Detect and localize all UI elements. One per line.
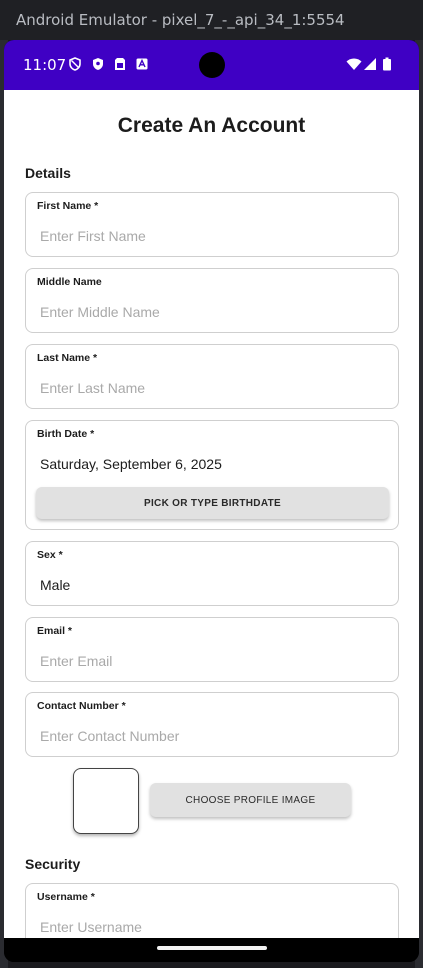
gesture-handle[interactable] <box>157 946 267 950</box>
sex-value[interactable]: Male <box>40 577 70 593</box>
emulator-title: Android Emulator - pixel_7_-_api_34_1:55… <box>16 11 345 29</box>
emulator-title-bar: Android Emulator - pixel_7_-_api_34_1:55… <box>0 0 423 40</box>
first-name-input[interactable]: Enter First Name <box>40 228 146 244</box>
status-bar: 11:07 <box>4 40 419 90</box>
username-input[interactable]: Enter Username <box>40 919 142 935</box>
app-content: Create An Account Details First Name * E… <box>4 90 419 938</box>
sex-label: Sex * <box>37 549 63 561</box>
wifi-icon <box>346 58 362 70</box>
battery-icon <box>383 57 391 71</box>
username-label: Username * <box>37 891 95 903</box>
section-title-details: Details <box>25 165 71 181</box>
middle-name-field[interactable]: Middle Name Enter Middle Name <box>25 268 399 333</box>
first-name-label: First Name * <box>37 200 99 212</box>
navigation-bar <box>4 938 419 962</box>
sim-card-icon <box>115 58 125 70</box>
email-label: Email * <box>37 625 73 637</box>
sex-field[interactable]: Sex * Male <box>25 541 399 606</box>
profile-image-preview[interactable] <box>73 768 139 834</box>
first-name-field[interactable]: First Name * Enter First Name <box>25 192 399 257</box>
status-time: 11:07 <box>23 56 67 74</box>
choose-profile-image-button[interactable]: CHOOSE PROFILE IMAGE <box>150 783 351 817</box>
last-name-label: Last Name * <box>37 352 98 364</box>
pick-birthdate-button[interactable]: PICK OR TYPE BIRTHDATE <box>36 487 389 519</box>
birth-date-label: Birth Date * <box>37 428 95 440</box>
shield-filled-icon <box>93 58 103 70</box>
camera-cutout <box>199 52 225 78</box>
username-field[interactable]: Username * Enter Username <box>25 883 399 938</box>
email-field[interactable]: Email * Enter Email <box>25 617 399 682</box>
middle-name-label: Middle Name <box>37 276 102 288</box>
signal-icon <box>364 58 376 70</box>
shield-outline-icon <box>69 57 81 71</box>
email-input[interactable]: Enter Email <box>40 653 112 669</box>
middle-name-input[interactable]: Enter Middle Name <box>40 304 160 320</box>
birth-date-value[interactable]: Saturday, September 6, 2025 <box>40 456 222 472</box>
contact-number-input[interactable]: Enter Contact Number <box>40 728 179 744</box>
last-name-input[interactable]: Enter Last Name <box>40 380 145 396</box>
contact-number-label: Contact Number * <box>37 700 126 712</box>
page-title: Create An Account <box>117 114 306 137</box>
birth-date-field: Birth Date * Saturday, September 6, 2025… <box>25 420 399 530</box>
contact-number-field[interactable]: Contact Number * Enter Contact Number <box>25 692 399 757</box>
device-screen: 11:07 Create An Account Details First Na… <box>4 40 419 962</box>
last-name-field[interactable]: Last Name * Enter Last Name <box>25 344 399 409</box>
assistant-icon <box>136 58 148 70</box>
section-title-security: Security <box>25 856 81 872</box>
